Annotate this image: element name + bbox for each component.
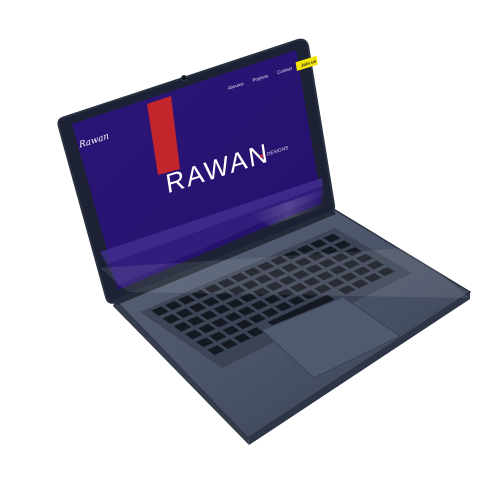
product-mockup: Rawan Aboutus Projects Contact Join us R… [0, 0, 491, 479]
webcam-icon [180, 75, 187, 82]
laptop-mockup: Rawan Aboutus Projects Contact Join us R… [57, 38, 472, 445]
